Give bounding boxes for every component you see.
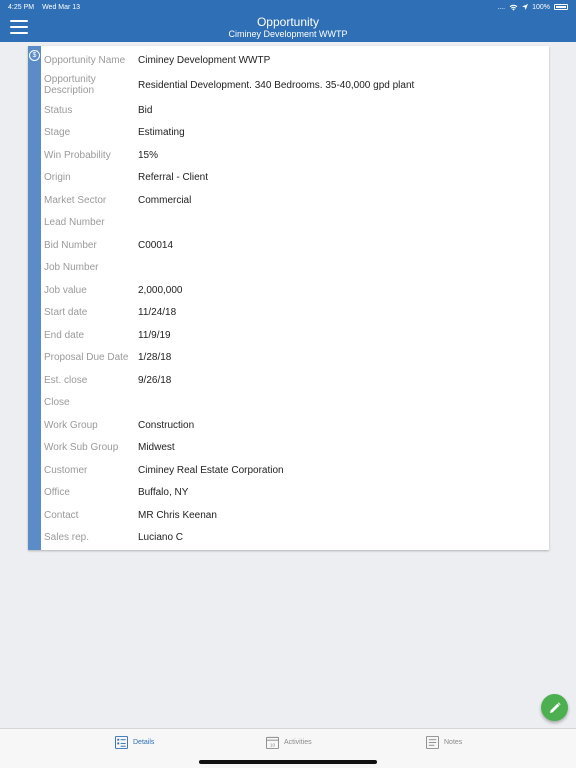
field-value: Buffalo, NY <box>138 487 189 498</box>
field-value: C00014 <box>138 239 174 251</box>
field-row: Sales rep. Luciano C <box>44 528 545 551</box>
battery-icon <box>554 4 568 10</box>
field-label: Stage <box>44 127 71 138</box>
field-row: Est. close 9/26/18 <box>44 371 545 394</box>
field-value: 11/24/18 <box>138 307 177 318</box>
field-label: Start date <box>44 307 88 318</box>
field-value: 1/28/18 <box>138 352 172 363</box>
field-value: Referral - Client <box>138 172 209 183</box>
field-label: Status <box>44 104 73 116</box>
field-label: Proposal Due Date <box>44 352 129 363</box>
status-time: 4:25 PM <box>8 3 35 11</box>
field-label: Win Probability <box>44 149 111 161</box>
home-indicator <box>199 760 377 764</box>
field-value: 2,000,000 <box>138 284 183 296</box>
field-row: Job value 2,000,000 <box>44 281 545 304</box>
field-label: Market Sector <box>44 194 107 206</box>
tab-label: Activities <box>284 739 312 746</box>
dollar-circle-icon: $ <box>29 50 40 61</box>
field-row: Origin Referral - Client <box>44 168 545 191</box>
battery-percent: 100% <box>532 3 550 11</box>
field-row: Customer Ciminey Real Estate Corporation <box>44 461 545 484</box>
field-label: Lead Number <box>44 217 105 228</box>
field-label: Office <box>44 487 70 498</box>
status-right: .... 100% <box>497 4 568 11</box>
field-label: Contact <box>44 509 79 521</box>
tab-details[interactable]: Details <box>115 736 154 749</box>
details-list-icon <box>115 736 128 749</box>
tab-label: Details <box>133 739 155 746</box>
calendar-icon-text: 10 <box>270 743 276 748</box>
field-value: 9/26/18 <box>138 374 172 386</box>
field-row: Office Buffalo, NY <box>44 483 545 506</box>
field-row: Contact MR Chris Keenan <box>44 506 545 529</box>
field-value: Ciminey Development WWTP <box>138 55 271 66</box>
card-stripe: $ <box>28 46 41 550</box>
field-row: End date 11/9/19 <box>44 326 545 349</box>
field-label: Job Number <box>44 262 99 273</box>
field-row: Close <box>44 393 545 416</box>
tab-label: Notes <box>444 739 463 746</box>
field-value: Estimating <box>138 127 185 138</box>
field-row: Status Bid <box>44 101 545 124</box>
field-list: Opportunity Name Ciminey Development WWTP… <box>44 51 545 551</box>
field-label: Opportunity Description <box>44 73 96 96</box>
field-value: Midwest <box>138 442 175 453</box>
field-value: Commercial <box>138 194 192 206</box>
wifi-icon <box>509 4 518 11</box>
field-row: Job Number <box>44 258 545 281</box>
page-subtitle: Ciminey Development WWTP <box>228 29 348 39</box>
field-row: Opportunity Name Ciminey Development WWTP <box>44 51 545 74</box>
field-label: End date <box>44 329 85 341</box>
notes-icon <box>426 736 439 749</box>
field-value: 15% <box>138 149 159 161</box>
field-label: Est. close <box>44 374 88 386</box>
field-row: Lead Number <box>44 213 545 236</box>
field-value: Residential Development. 340 Bedrooms. 3… <box>138 79 415 91</box>
field-row: Bid Number C00014 <box>44 236 545 259</box>
field-value: Luciano C <box>138 532 184 543</box>
field-row: Stage Estimating <box>44 123 545 146</box>
field-value: MR Chris Keenan <box>138 509 217 521</box>
field-label: Customer <box>44 464 88 476</box>
field-label: Work Group <box>44 419 98 431</box>
field-row: Win Probability 15% <box>44 146 545 169</box>
opportunity-details-card: $ Opportunity Name Ciminey Development WW… <box>28 46 549 550</box>
field-label: Origin <box>44 172 71 183</box>
location-arrow-icon <box>522 4 529 10</box>
field-label: Close <box>44 397 70 408</box>
tab-notes[interactable]: Notes <box>426 736 462 749</box>
app-header: Opportunity Ciminey Development WWTP <box>0 14 576 42</box>
field-row: Opportunity Description Residential Devel… <box>44 74 545 101</box>
field-label: Bid Number <box>44 239 97 251</box>
field-label: Work Sub Group <box>44 442 119 453</box>
field-label: Job value <box>44 284 87 296</box>
tab-activities[interactable]: 10 Activities <box>266 736 312 749</box>
field-row: Work Group Construction <box>44 416 545 439</box>
field-label: Opportunity Name <box>44 55 126 66</box>
calendar-icon: 10 <box>266 736 279 749</box>
field-row: Market Sector Commercial <box>44 191 545 214</box>
field-label: Sales rep. <box>44 532 90 543</box>
field-value: Ciminey Real Estate Corporation <box>138 464 284 476</box>
field-value: Bid <box>138 104 153 116</box>
edit-button[interactable] <box>541 694 568 721</box>
status-bar: 4:25 PM Wed Mar 13 .... 100% <box>0 0 576 14</box>
signal-dots: .... <box>497 3 506 11</box>
field-row: Proposal Due Date 1/28/18 <box>44 348 545 371</box>
page-title: Opportunity <box>256 15 320 29</box>
pencil-icon <box>549 701 561 713</box>
field-value: 11/9/19 <box>138 329 171 341</box>
field-value: Construction <box>138 419 195 431</box>
field-row: Start date 11/24/18 <box>44 303 545 326</box>
field-row: Work Sub Group Midwest <box>44 438 545 461</box>
status-date: Wed Mar 13 <box>42 3 81 11</box>
